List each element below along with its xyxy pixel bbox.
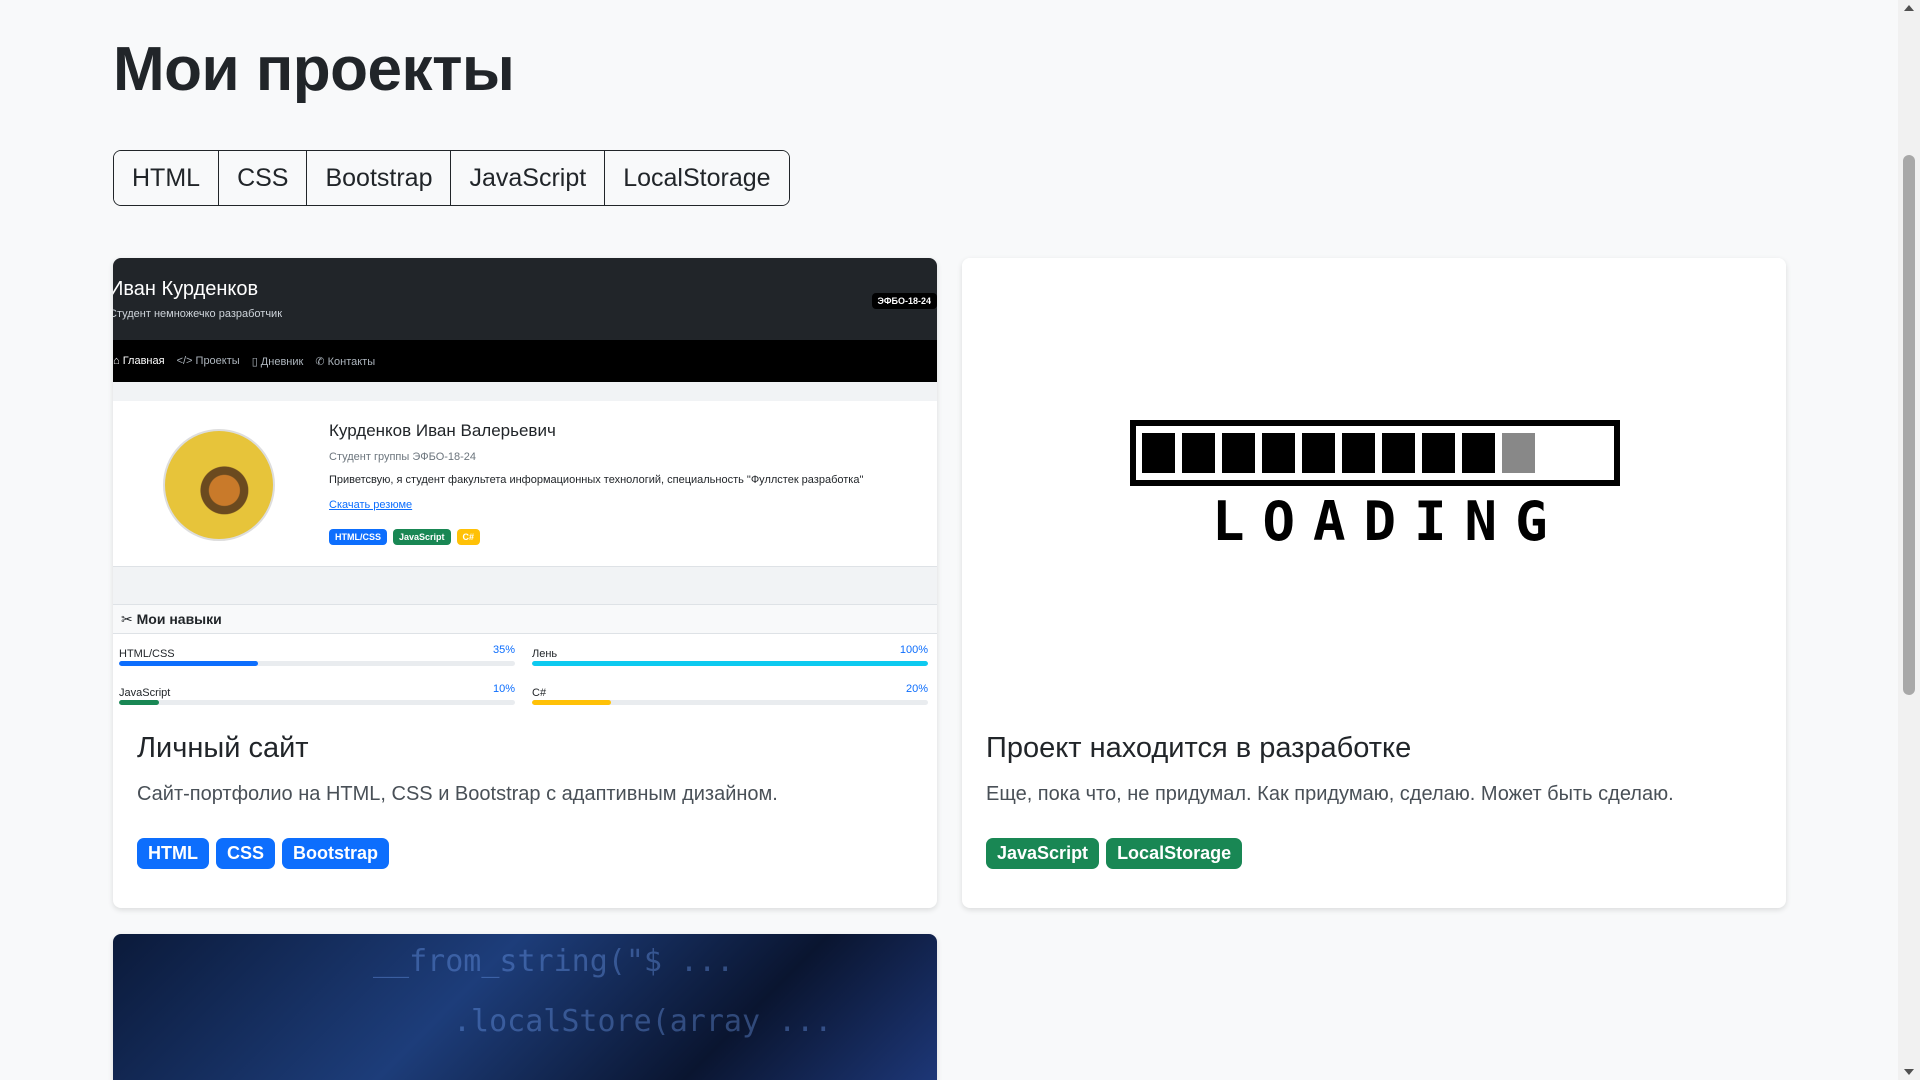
preview-group-badge: ЭФБО-18-24 (871, 293, 937, 309)
preview-resume-link: Скачать резюме (329, 499, 413, 511)
loading-block (1342, 433, 1375, 473)
project-card-third[interactable]: __from_string("$ ... .localStore(array .… (113, 934, 937, 1080)
preview-skill: HTML/CSS 35% (119, 644, 515, 666)
loading-block (1302, 433, 1335, 473)
preview-site-subtitle: Студент немножечко разработчик (113, 308, 283, 320)
skill-label: Лень (532, 648, 558, 660)
tag-html: HTML (137, 838, 209, 869)
project-title: Проект находится в разработке (986, 732, 1412, 764)
project-tags: HTML CSS Bootstrap (137, 838, 913, 869)
preview-full-name: Курденков Иван Валерьевич (329, 421, 556, 440)
preview-avatar (163, 429, 275, 541)
preview-profile-card: Курденков Иван Валерьевич Студент группы… (113, 401, 937, 567)
loading-block (1262, 433, 1295, 473)
preview-skill: Лень 100% (532, 644, 928, 666)
project-description: Сайт-портфолио на HTML, CSS и Bootstrap … (137, 783, 778, 805)
skill-label: HTML/CSS (119, 648, 175, 660)
preview-header: Иван Курденков Студент немножечко разраб… (113, 258, 937, 340)
preview-skills-title: Мои навыки (136, 611, 222, 627)
loading-block (1222, 433, 1255, 473)
skill-fill (532, 700, 612, 705)
scroll-down-arrow-icon[interactable] (1904, 1069, 1914, 1075)
project-card-in-development[interactable]: LOADING Проект находится в разработке Ещ… (962, 258, 1786, 908)
preview-nav-contacts: ✆ Контакты (315, 355, 376, 368)
preview-greeting: Приветсвую, я студент факультета информа… (329, 474, 864, 486)
preview-skills-header: ✂ Мои навыки (113, 604, 937, 634)
scrollbar-thumb[interactable] (1903, 155, 1915, 695)
skill-track (532, 661, 928, 666)
card-body: Личный сайт Сайт-портфолио на HTML, CSS … (137, 732, 913, 869)
skill-fill (532, 661, 928, 666)
loading-bar (1130, 420, 1620, 486)
project-preview-screenshot: Иван Курденков Студент немножечко разраб… (113, 258, 937, 710)
preview-tag: HTML/CSS (329, 529, 387, 545)
filter-localstorage-button[interactable]: LocalStorage (605, 151, 789, 205)
tools-icon: ✂ (121, 611, 133, 627)
scroll-up-arrow-icon[interactable] (1904, 5, 1914, 11)
preview-skill: JavaScript 10% (119, 683, 515, 705)
filter-button-group: HTML CSS Bootstrap JavaScript LocalStora… (113, 150, 790, 206)
loading-block (1462, 433, 1495, 473)
filter-javascript-button[interactable]: JavaScript (451, 151, 606, 205)
project-description: Еще, пока что, не придумал. Как придумаю… (986, 783, 1674, 805)
skill-percent: 35% (492, 644, 515, 656)
page-scrollbar[interactable] (1898, 0, 1920, 1080)
tag-bootstrap: Bootstrap (282, 838, 389, 869)
skill-fill (119, 700, 159, 705)
preview-skills-list: HTML/CSS 35% Лень 100% JavaScript 10% C#… (113, 634, 937, 710)
preview-group: Студент группы ЭФБО-18-24 (329, 451, 477, 463)
filter-css-button[interactable]: CSS (219, 151, 308, 205)
skill-percent: 20% (905, 683, 928, 695)
preview-skill: C# 20% (532, 683, 928, 705)
code-background-image: __from_string("$ ... .localStore(array .… (113, 934, 937, 1080)
project-tags: JavaScript LocalStorage (986, 838, 1762, 869)
loading-image: LOADING (962, 258, 1786, 710)
project-card-personal-site[interactable]: Иван Курденков Студент немножечко разраб… (113, 258, 937, 908)
loading-block (1382, 433, 1415, 473)
preview-tags: HTML/CSS JavaScript C# (329, 529, 481, 545)
tag-css: CSS (215, 838, 275, 869)
loading-label: LOADING (1212, 490, 1566, 553)
skill-track (532, 700, 928, 705)
card-body: Проект находится в разработке Еще, пока … (986, 732, 1762, 869)
preview-nav-projects: </> Проекты (176, 355, 240, 367)
code-line: .localStore(array ... (453, 1004, 833, 1039)
filter-bootstrap-button[interactable]: Bootstrap (307, 151, 452, 205)
loading-block (1422, 433, 1455, 473)
loading-block (1182, 433, 1215, 473)
page-title: Мои проекты (113, 35, 515, 104)
skill-fill (119, 661, 258, 666)
preview-tag: C# (456, 529, 481, 545)
tag-javascript: JavaScript (986, 838, 1100, 869)
skill-label: C# (532, 687, 547, 699)
preview-nav-home: ⌂ Главная (113, 355, 165, 367)
skill-track (119, 661, 515, 666)
filter-html-button[interactable]: HTML (114, 151, 220, 205)
loading-block (1142, 433, 1175, 473)
preview-nav-diary: ▯ Дневник (251, 355, 304, 368)
project-title: Личный сайт (137, 732, 309, 764)
loading-block (1502, 433, 1535, 473)
skill-percent: 100% (899, 644, 928, 656)
code-line: __from_string("$ ... (373, 944, 735, 979)
tag-localstorage: LocalStorage (1106, 838, 1243, 869)
skill-label: JavaScript (119, 687, 171, 699)
skill-track (119, 700, 515, 705)
preview-tag: JavaScript (393, 529, 451, 545)
preview-navbar: ⌂ Главная </> Проекты ▯ Дневник ✆ Контак… (113, 340, 937, 382)
preview-site-name: Иван Курденков (113, 278, 259, 300)
skill-percent: 10% (492, 683, 515, 695)
